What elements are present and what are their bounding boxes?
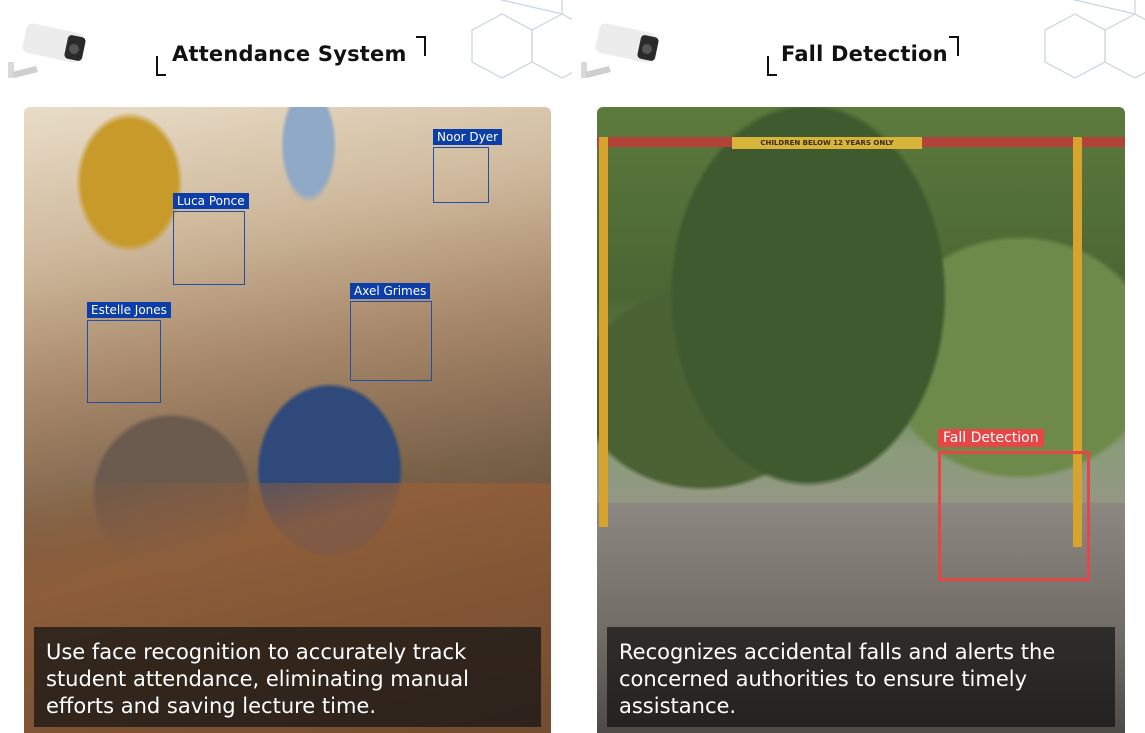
fall-detection-label: Fall Detection <box>938 429 1044 447</box>
face-box-axel <box>350 301 432 381</box>
attendance-title-frame: Attendance System <box>156 36 426 76</box>
hexagon-pattern-icon <box>471 0 572 79</box>
security-camera-icon <box>581 23 659 78</box>
swing-sign: CHILDREN BELOW 12 YEARS ONLY <box>732 137 922 149</box>
fall-detection-box <box>938 451 1090 581</box>
bracket-left <box>156 56 166 76</box>
fall-panel: Fall Detection CHILDREN BELOW 12 YEARS O… <box>573 0 1145 733</box>
fall-title-frame: Fall Detection <box>767 36 959 76</box>
attendance-title: Attendance System <box>172 42 407 66</box>
bracket-right <box>416 36 426 56</box>
face-label-luca: Luca Ponce <box>173 193 249 209</box>
hexagon-pattern-icon <box>1044 0 1145 79</box>
face-label-noor: Noor Dyer <box>433 129 503 145</box>
attendance-caption: Use face recognition to accurately track… <box>34 627 541 727</box>
face-label-axel: Axel Grimes <box>350 283 431 299</box>
attendance-panel: Attendance System Noor Dyer Luca Ponce A… <box>0 0 572 733</box>
face-label-estelle: Estelle Jones <box>87 302 171 318</box>
bracket-left <box>767 56 777 76</box>
face-box-noor <box>433 147 489 203</box>
security-camera-icon <box>8 23 86 78</box>
classroom-photo: Noor Dyer Luca Ponce Axel Grimes Estelle… <box>24 107 551 733</box>
bracket-right <box>949 36 959 56</box>
fall-caption: Recognizes accidental falls and alerts t… <box>607 627 1115 727</box>
fall-title: Fall Detection <box>781 42 948 66</box>
playground-photo: CHILDREN BELOW 12 YEARS ONLY Fall Detect… <box>597 107 1125 733</box>
swing-post-left <box>599 137 608 527</box>
face-box-luca <box>173 211 245 285</box>
face-box-estelle <box>87 320 161 403</box>
